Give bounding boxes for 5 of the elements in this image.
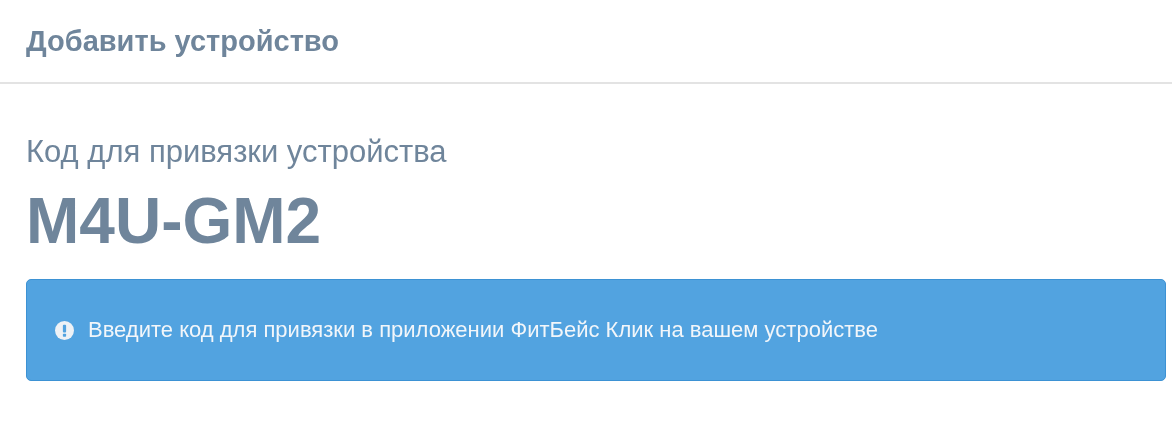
pairing-code: M4U-GM2 [26, 189, 323, 253]
dialog-title: Добавить устройство [26, 24, 339, 58]
exclamation-icon [55, 320, 74, 340]
code-label: Код для привязки устройства [26, 136, 448, 167]
alert-text: Введите код для привязки в приложении ФитБейс Клик на вашем устройстве [88, 317, 878, 343]
